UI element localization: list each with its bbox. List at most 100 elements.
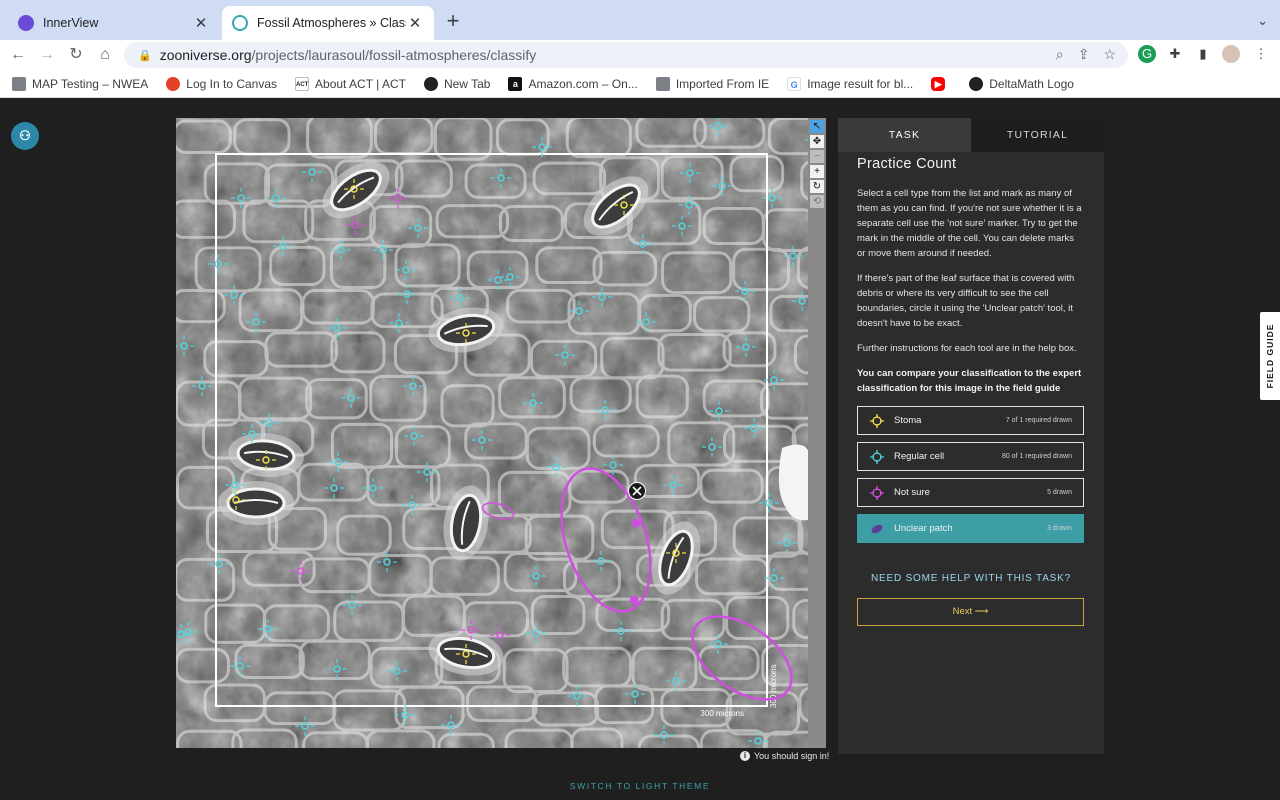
extensions-puzzle-icon[interactable]: ✚ — [1166, 45, 1184, 63]
zoom-in-icon[interactable]: + — [810, 165, 824, 178]
tab-title: InnerView — [43, 16, 99, 30]
tool-unclear-patch-button[interactable]: Unclear patch 3 drawn — [857, 514, 1084, 543]
bookmark-youtube[interactable]: ▶ — [931, 76, 951, 91]
tool-regular-cell-button[interactable]: Regular cell 80 of 1 required drawn — [857, 442, 1084, 471]
kebab-menu-icon[interactable]: ⋮ — [1252, 45, 1270, 63]
annotate-pointer-icon[interactable]: ↖ — [810, 120, 824, 133]
tool-label: Stoma — [894, 415, 922, 426]
bookmark-imported-ie[interactable]: Imported From IE — [655, 76, 770, 91]
grammarly-extension-icon[interactable]: G — [1138, 45, 1156, 63]
stoma-crosshair-icon — [870, 413, 884, 428]
not-sure-crosshair-icon — [870, 485, 884, 500]
lock-icon: 🔒 — [138, 49, 152, 62]
forward-arrow-icon[interactable]: → — [35, 43, 59, 67]
patch-handle[interactable] — [629, 595, 639, 605]
profile-avatar[interactable] — [1222, 45, 1240, 63]
url-path: /projects/laurasoul/fossil-atmospheres/c… — [251, 47, 537, 63]
viewer-tool-strip: ↖ ✥ − + ↻ ⟲ — [808, 118, 826, 748]
innerview-favicon-icon — [18, 15, 34, 31]
tool-stoma-button[interactable]: Stoma 7 of 1 required drawn — [857, 406, 1084, 435]
globe-icon — [423, 76, 438, 91]
reset-icon[interactable]: ⟲ — [810, 195, 824, 208]
tool-label: Regular cell — [894, 451, 945, 462]
scale-label-horizontal: 300 microns — [700, 709, 744, 718]
bookmark-label: MAP Testing – NWEA — [32, 76, 149, 91]
tab-innerview[interactable]: InnerView ✕ — [8, 6, 220, 40]
side-panel-icon[interactable]: ▮ — [1194, 45, 1212, 63]
classify-page: ⚇ 300 microns 300 microns ↖ ✥ − + ↻ ⟲ i … — [0, 99, 1280, 800]
zoom-out-icon[interactable]: − — [810, 150, 824, 163]
bookmark-label: New Tab — [443, 76, 491, 91]
bookmark-map-testing[interactable]: MAP Testing – NWEA — [12, 76, 149, 91]
bookmark-label: Amazon.com – On... — [528, 76, 638, 91]
rotate-icon[interactable]: ↻ — [810, 180, 824, 193]
zoom-icon[interactable]: ⌕ — [1056, 46, 1064, 63]
bookmark-star-icon[interactable]: ☆ — [1103, 46, 1116, 63]
task-tabs: TASK TUTORIAL — [838, 118, 1104, 152]
bookmark-new-tab[interactable]: New Tab — [423, 76, 491, 91]
tab-task[interactable]: TASK — [838, 118, 971, 152]
close-icon[interactable]: ✕ — [406, 14, 424, 32]
help-link[interactable]: NEED SOME HELP WITH THIS TASK? — [857, 573, 1085, 584]
address-bar[interactable]: 🔒 zooniverse.org /projects/laurasoul/fos… — [124, 42, 1128, 68]
bookmarks-bar: MAP Testing – NWEA Log In to Canvas ACT A… — [0, 70, 1280, 98]
scale-label-vertical: 300 microns — [769, 664, 778, 708]
tool-count: 3 drawn — [1047, 525, 1072, 532]
patch-handle[interactable] — [631, 518, 641, 528]
regular-cell-crosshair-icon — [870, 449, 884, 464]
task-panel: TASK TUTORIAL Practice Count Select a ce… — [838, 118, 1104, 754]
back-arrow-icon[interactable]: ← — [6, 43, 30, 67]
leaf-surface-image[interactable]: 300 microns 300 microns — [176, 118, 808, 748]
tab-fossil-atmospheres[interactable]: Fossil Atmospheres » Classify ✕ — [222, 6, 434, 40]
task-title: Practice Count — [857, 156, 957, 172]
bookmark-deltamath[interactable]: DeltaMath Logo — [969, 76, 1074, 91]
home-icon[interactable]: ⌂ — [93, 43, 117, 67]
field-guide-tab[interactable]: FIELD GUIDE — [1260, 312, 1280, 400]
next-button[interactable]: Next ⟶ — [857, 598, 1084, 626]
url-host: zooniverse.org — [159, 47, 252, 63]
tool-not-sure-button[interactable]: Not sure 5 drawn — [857, 478, 1084, 507]
tool-label: Unclear patch — [894, 523, 953, 534]
amazon-icon: a — [508, 76, 523, 91]
move-icon[interactable]: ✥ — [810, 135, 824, 148]
bookmark-image-result[interactable]: G Image result for bl... — [787, 76, 914, 91]
tool-count: 7 of 1 required drawn — [1005, 417, 1072, 424]
reload-icon[interactable]: ↻ — [64, 43, 88, 67]
youtube-icon: ▶ — [931, 76, 946, 91]
delete-mark-button[interactable] — [628, 482, 646, 500]
zooniverse-profile-icon[interactable]: ⚇ — [11, 122, 39, 150]
folder-icon — [655, 76, 670, 91]
stoma — [218, 481, 294, 525]
bookmark-label: Imported From IE — [675, 76, 770, 91]
info-icon: i — [740, 751, 750, 761]
sign-in-notice[interactable]: i You should sign in! — [740, 751, 829, 761]
tab-title: Fossil Atmospheres » Classify — [257, 16, 406, 30]
tab-search-chevron-icon[interactable]: ⌄ — [1257, 13, 1268, 29]
unclear-patch-ellipse-icon — [871, 524, 883, 533]
tab-tutorial[interactable]: TUTORIAL — [971, 118, 1104, 152]
theme-switch-link[interactable]: SWITCH TO LIGHT THEME — [0, 781, 1280, 791]
globe-icon — [969, 76, 984, 91]
canvas-icon — [166, 76, 181, 91]
field-guide-label: FIELD GUIDE — [1265, 323, 1275, 389]
bookmark-label: Image result for bl... — [807, 76, 914, 91]
folder-icon — [12, 76, 26, 91]
instruction-paragraph: If there's part of the leaf surface that… — [857, 273, 1075, 329]
zooniverse-favicon-icon — [232, 15, 248, 31]
bookmark-label: DeltaMath Logo — [989, 76, 1074, 91]
subject-image-viewer[interactable]: 300 microns 300 microns — [176, 118, 808, 748]
bookmark-act[interactable]: ACT About ACT | ACT — [295, 76, 406, 91]
bookmark-canvas[interactable]: Log In to Canvas — [166, 76, 278, 91]
tool-label: Not sure — [894, 487, 930, 498]
act-icon: ACT — [295, 76, 310, 91]
new-tab-button[interactable]: + — [442, 10, 464, 32]
close-icon[interactable]: ✕ — [192, 14, 210, 32]
bookmark-amazon[interactable]: a Amazon.com – On... — [508, 76, 638, 91]
share-icon[interactable]: ⇪ — [1078, 46, 1090, 63]
instruction-paragraph: Further instructions for each tool are i… — [857, 343, 1077, 354]
bookmark-label: Log In to Canvas — [186, 76, 278, 91]
instruction-paragraph: Select a cell type from the list and mar… — [857, 188, 1082, 259]
browser-toolbar: ← → ↻ ⌂ 🔒 zooniverse.org /projects/laura… — [0, 40, 1280, 70]
browser-tab-strip: InnerView ✕ Fossil Atmospheres » Classif… — [0, 0, 1280, 40]
tool-count: 5 drawn — [1047, 489, 1072, 496]
